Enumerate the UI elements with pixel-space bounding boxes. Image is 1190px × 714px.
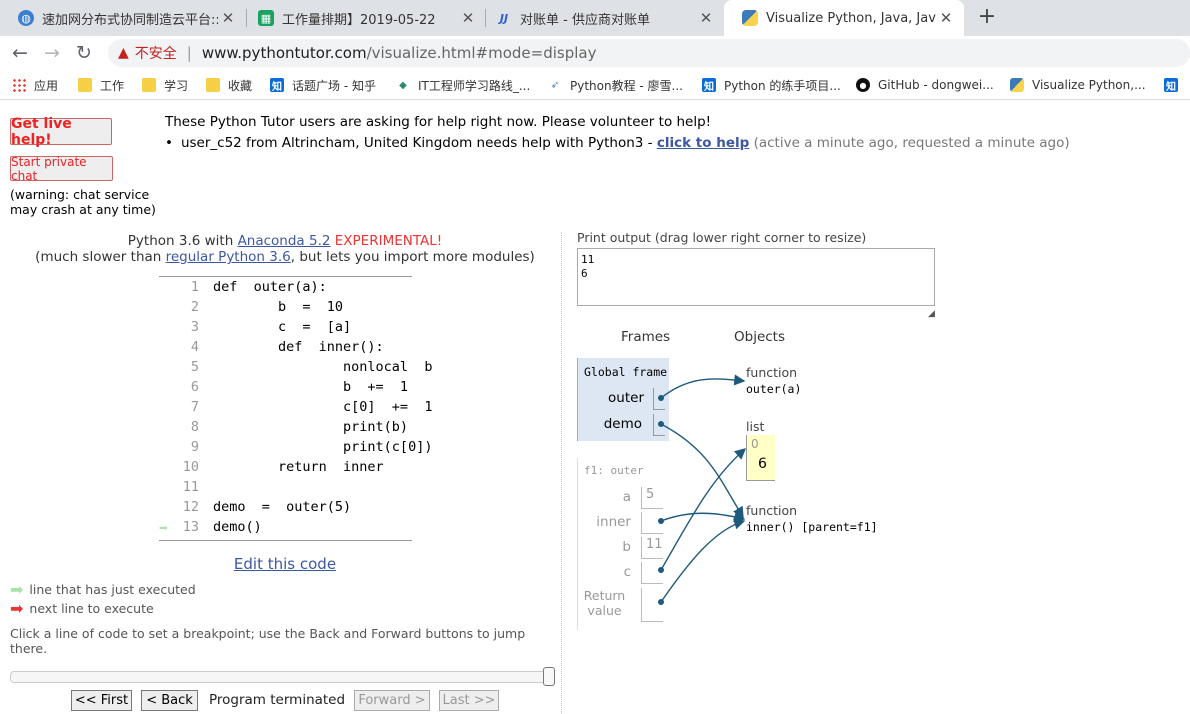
arrow-return-to-inner (660, 518, 746, 603)
pointer-dot-demo (658, 421, 664, 427)
arrow-outer-to-function (660, 374, 746, 399)
pointer-dot-inner (658, 518, 664, 524)
arrow-c-to-list (660, 448, 747, 571)
pointer-dot-c (658, 567, 664, 573)
arrow-demo-to-inner (660, 423, 744, 519)
pointer-dot-outer (658, 395, 664, 401)
pointer-arrows (658, 374, 747, 605)
arrow-inner-to-inner (660, 511, 746, 523)
pointer-dot-return (658, 599, 664, 605)
